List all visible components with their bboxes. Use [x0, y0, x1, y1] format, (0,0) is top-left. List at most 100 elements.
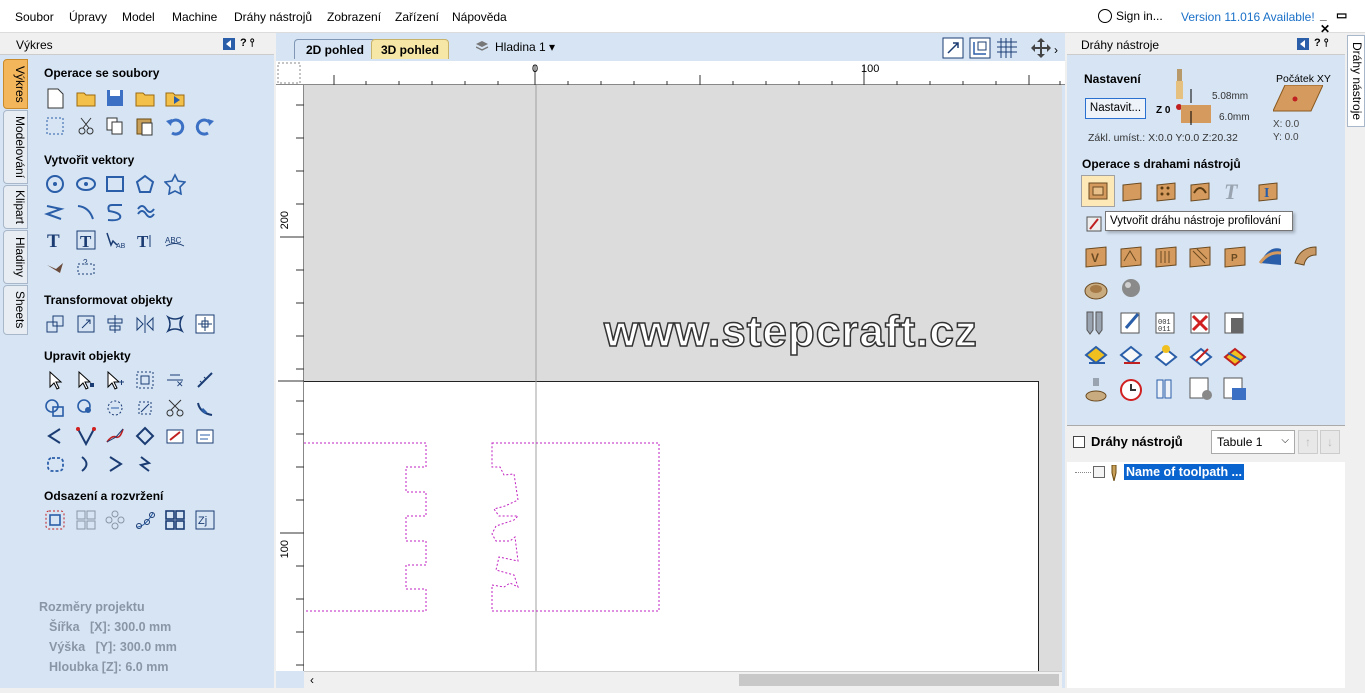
toolpath-summary-icon[interactable]	[1188, 343, 1216, 369]
sign-in-link[interactable]: Sign in...	[1098, 9, 1163, 23]
help-icon-right[interactable]: ? ⫯	[1314, 37, 1329, 50]
menu-zobrazeni[interactable]: Zobrazení	[327, 10, 381, 24]
vector-part-right[interactable]	[491, 442, 660, 612]
tab-3d-view[interactable]: 3D pohled	[371, 39, 449, 59]
subtract-icon[interactable]	[75, 397, 97, 419]
new-file-icon[interactable]	[44, 87, 66, 109]
toolpath-item-name[interactable]: Name of toolpath ...	[1124, 464, 1244, 480]
paste-icon[interactable]	[134, 115, 156, 137]
text-icon[interactable]: T	[44, 229, 66, 251]
copy-icon[interactable]	[104, 115, 126, 137]
simulate-all-icon[interactable]	[1153, 343, 1181, 369]
sheet-select[interactable]: Tabule 1 ⌵	[1211, 430, 1295, 454]
open-vector-icon[interactable]	[75, 453, 97, 475]
3d-sphere-icon[interactable]	[1118, 276, 1146, 302]
intersect-icon[interactable]	[104, 397, 126, 419]
tab-2d-view[interactable]: 2D pohled	[294, 39, 376, 59]
cut-icon[interactable]	[75, 115, 97, 137]
curve-fit-icon[interactable]	[104, 425, 126, 447]
menu-drahy-nastroju[interactable]: Dráhy nástrojů	[234, 10, 312, 24]
circle-icon[interactable]	[44, 173, 66, 195]
moulding-toolpath-icon[interactable]: P	[1222, 243, 1250, 269]
tab-klipart[interactable]: Klipart	[3, 185, 28, 229]
workspace[interactable]: www.stepcraft.cz	[304, 85, 1062, 671]
quick-engrave-icon[interactable]	[1187, 179, 1213, 203]
layer-dropdown[interactable]: Hladina 1 ▾	[495, 40, 555, 54]
tab-sheets[interactable]: Sheets	[3, 285, 28, 335]
close-vectors-icon[interactable]	[164, 425, 186, 447]
text-autolayout-icon[interactable]: T	[134, 229, 156, 251]
toolpath-list-checkbox[interactable]	[1073, 436, 1085, 448]
copy-along-vector-icon[interactable]	[134, 509, 156, 531]
prism-toolpath-icon[interactable]	[1118, 243, 1146, 269]
toolpath-calculator-icon[interactable]	[1222, 310, 1250, 336]
join-open-icon[interactable]	[134, 425, 156, 447]
move-up-button[interactable]: ↑	[1298, 430, 1318, 454]
node-edit-icon[interactable]	[75, 369, 97, 391]
redo-icon[interactable]	[194, 115, 216, 137]
save-icon[interactable]	[104, 87, 126, 109]
tab-hladiny[interactable]: Hladiny	[3, 230, 28, 284]
distort-icon[interactable]	[164, 313, 186, 335]
3d-roughing-icon[interactable]	[1292, 243, 1320, 269]
align-icon[interactable]	[104, 313, 126, 335]
vector-validator-icon[interactable]	[194, 425, 216, 447]
menu-machine[interactable]: Machine	[172, 10, 217, 24]
toolpath-item-checkbox[interactable]	[1093, 466, 1105, 478]
measure-icon[interactable]	[194, 369, 216, 391]
drawing-canvas[interactable]: 0 100 200 100 www.stepcraft.cz ‹	[276, 61, 1065, 688]
menu-zarizeni[interactable]: Zařízení	[395, 10, 439, 24]
delete-toolpath-icon[interactable]	[1188, 310, 1216, 336]
move-down-button[interactable]: ↓	[1320, 430, 1340, 454]
text-box-icon[interactable]: T	[75, 229, 97, 251]
weld-icon[interactable]	[44, 397, 66, 419]
dock-icon-right[interactable]	[1296, 37, 1310, 51]
text-on-curve-icon[interactable]: AB	[104, 229, 126, 251]
tool-database-icon[interactable]	[1083, 310, 1111, 336]
open-recent-icon[interactable]	[134, 87, 156, 109]
save-toolpath-icon[interactable]	[1222, 376, 1250, 402]
recalculate-icon[interactable]	[1083, 343, 1111, 369]
vcarve-text-icon[interactable]: T	[1221, 179, 1247, 203]
open-folder-icon[interactable]	[75, 87, 97, 109]
select-all-icon[interactable]	[44, 115, 66, 137]
mirror-icon[interactable]	[134, 313, 156, 335]
origin-xy-icon[interactable]	[1273, 85, 1323, 113]
menu-upravy[interactable]: Úpravy	[69, 10, 107, 24]
select-pointer-icon[interactable]	[44, 369, 66, 391]
rectangle-icon[interactable]	[104, 173, 126, 195]
vector-part-left[interactable]	[304, 442, 427, 612]
smooth-nodes-icon[interactable]	[75, 425, 97, 447]
version-link[interactable]: Version 11.016 Available!	[1181, 10, 1315, 24]
pan-icon[interactable]	[1030, 37, 1052, 59]
3d-finish-toolpath-icon[interactable]	[1257, 243, 1285, 269]
polygon-icon[interactable]	[134, 173, 156, 195]
wave-line-icon[interactable]	[134, 453, 156, 475]
trim-icon[interactable]	[164, 397, 186, 419]
arrow-right-icon[interactable]	[104, 453, 126, 475]
help-pin-icons[interactable]: ? ⫯	[240, 37, 255, 50]
scroll-left-icon[interactable]: ‹	[310, 673, 314, 687]
fillet-icon[interactable]	[194, 397, 216, 419]
tab-vykres[interactable]: Výkres	[3, 59, 28, 109]
menu-model[interactable]: Model	[122, 10, 155, 24]
ellipse-icon[interactable]	[75, 173, 97, 195]
import-icon[interactable]	[164, 87, 186, 109]
3d-profile-icon[interactable]	[1083, 276, 1111, 302]
reset-preview-icon[interactable]	[1222, 343, 1250, 369]
merge-toolpaths-icon[interactable]: 001011	[1153, 310, 1181, 336]
grid-icon[interactable]	[996, 37, 1018, 59]
machining-time-icon[interactable]	[1118, 376, 1146, 402]
dock-icon[interactable]	[222, 37, 236, 51]
array-copy-icon[interactable]	[104, 509, 126, 531]
window-controls[interactable]: _ ▭ ✕	[1320, 8, 1365, 36]
horizontal-scrollbar[interactable]: ‹	[304, 671, 1062, 688]
edit-toolpath-icon[interactable]	[1118, 310, 1146, 336]
side-tab-toolpaths[interactable]: Dráhy nástroje	[1347, 35, 1365, 127]
extend-icon[interactable]	[44, 425, 66, 447]
post-processor-icon[interactable]	[1188, 376, 1216, 402]
pocket-toolpath-icon[interactable]	[1119, 179, 1145, 203]
zoom-extents-icon[interactable]	[942, 37, 964, 59]
transform-select-icon[interactable]	[104, 369, 126, 391]
remove-icon[interactable]: ✕	[164, 369, 186, 391]
